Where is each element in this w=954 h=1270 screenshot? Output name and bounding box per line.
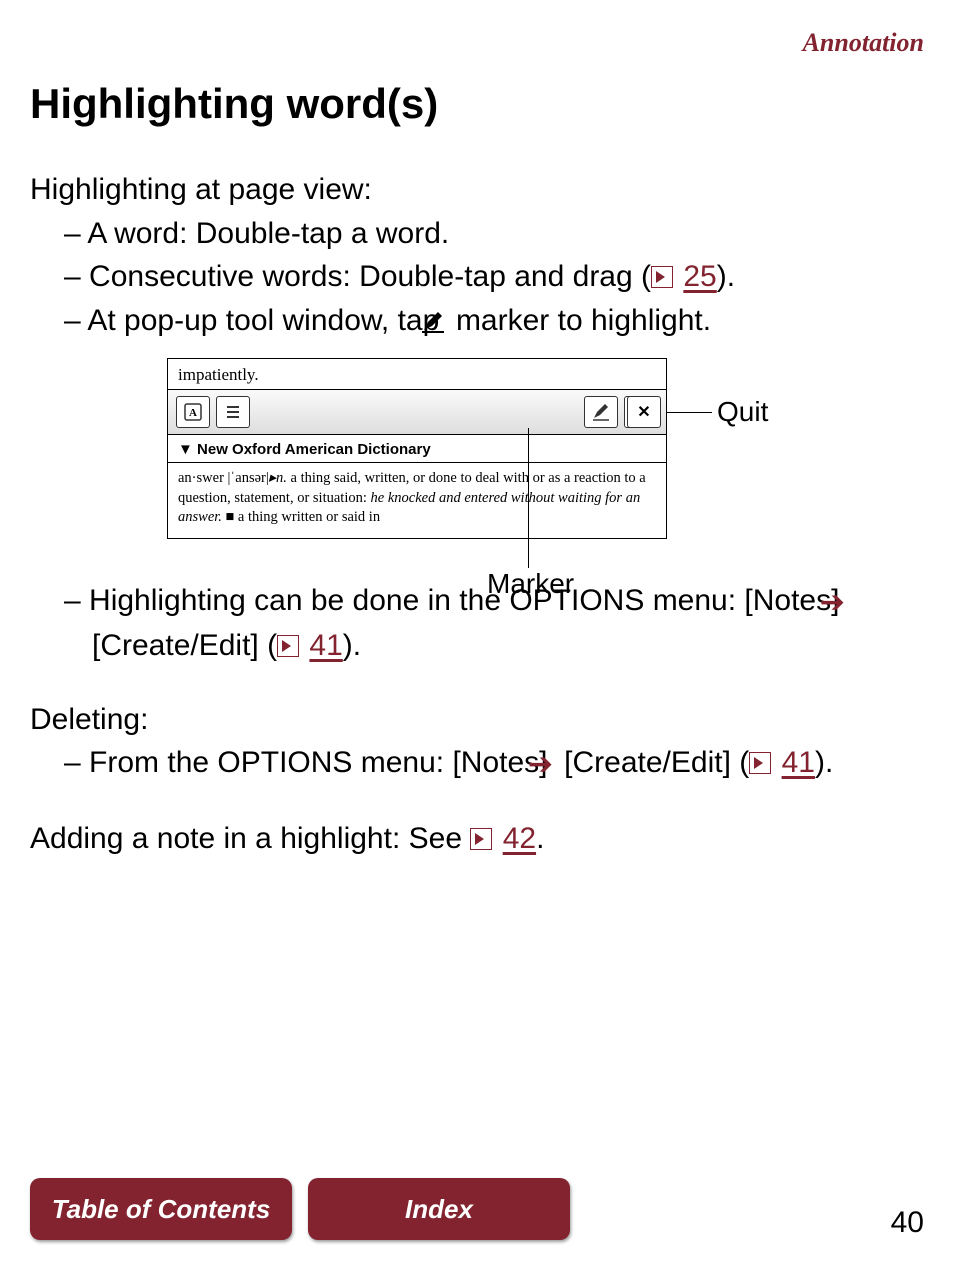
opt-c: ).	[343, 629, 361, 662]
bullet-options-menu: – Highlighting can be done in the OPTION…	[30, 579, 924, 668]
page-link-25[interactable]: 25	[683, 260, 716, 293]
page-link-41a[interactable]: 41	[309, 629, 342, 662]
page-link-icon	[749, 752, 771, 774]
page-title: Highlighting word(s)	[30, 80, 924, 128]
index-button[interactable]: Index	[308, 1178, 570, 1240]
bullet-word-text: A word: Double-tap a word.	[87, 217, 449, 250]
page-link-icon	[470, 828, 492, 850]
page-link-42[interactable]: 42	[503, 822, 536, 855]
dictionary-body: an·swer |ˈansər|▸n. a thing said, writte…	[168, 463, 666, 538]
deleting-head: Deleting:	[30, 698, 924, 742]
bullet-word: – A word: Double-tap a word.	[30, 212, 924, 256]
dictionary-icon[interactable]: A	[176, 396, 210, 428]
footer: Table of Contents Index 40	[30, 1168, 924, 1240]
dict-pron: |ˈansər|	[228, 470, 269, 486]
del-b: [Create/Edit] (	[556, 746, 749, 779]
bullet-popup-a: At pop-up tool window, tap	[87, 304, 447, 337]
add-a: Adding a note in a highlight: See	[30, 822, 470, 855]
bullet-popup: – At pop-up tool window, tap marker to h…	[30, 299, 924, 347]
popup-diagram: impatiently. A ▼ New Oxford American Dic…	[167, 358, 787, 539]
dict-def-b: ■ a thing written or said in	[222, 509, 380, 525]
popup-context-text: impatiently.	[168, 359, 666, 389]
bullet-popup-b: marker to highlight.	[448, 304, 711, 337]
dictionary-title: ▼ New Oxford American Dictionary	[168, 435, 666, 463]
opt-a: Highlighting can be done in the OPTIONS …	[89, 584, 848, 617]
page-link-icon	[651, 266, 673, 288]
popup-window: impatiently. A ▼ New Oxford American Dic…	[167, 358, 667, 539]
del-a: From the OPTIONS menu: [Notes]	[89, 746, 556, 779]
adding-note-text: Adding a note in a highlight: See 42.	[30, 817, 924, 861]
section-header: Annotation	[803, 28, 924, 58]
bullet-deleting: – From the OPTIONS menu: [Notes] ➔ [Crea…	[30, 741, 924, 787]
callout-label-quit: Quit	[717, 396, 768, 428]
page-number: 40	[891, 1206, 924, 1240]
marker-button[interactable]	[584, 396, 618, 428]
close-icon[interactable]: ✕	[627, 396, 661, 428]
list-icon[interactable]	[216, 396, 250, 428]
opt-b: [Create/Edit] (	[92, 629, 277, 662]
callout-label-marker: Marker	[487, 568, 574, 600]
toc-button[interactable]: Table of Contents	[30, 1178, 292, 1240]
intro-text: Highlighting at page view:	[30, 168, 924, 212]
callout-line-quit	[667, 412, 712, 413]
bullet-consecutive: – Consecutive words: Double-tap and drag…	[30, 255, 924, 299]
del-c: ).	[815, 746, 833, 779]
callout-line-marker	[528, 428, 529, 568]
dict-pos: ▸n.	[269, 470, 287, 486]
bullet-consecutive-b: ).	[717, 260, 735, 293]
page-link-41b[interactable]: 41	[782, 746, 815, 779]
dict-headword: an·swer	[178, 470, 224, 486]
bullet-consecutive-a: Consecutive words: Double-tap and drag (	[89, 260, 651, 293]
svg-text:A: A	[189, 407, 197, 419]
popup-toolbar: A	[168, 389, 666, 435]
add-b: .	[536, 822, 544, 855]
page-link-icon	[277, 635, 299, 657]
